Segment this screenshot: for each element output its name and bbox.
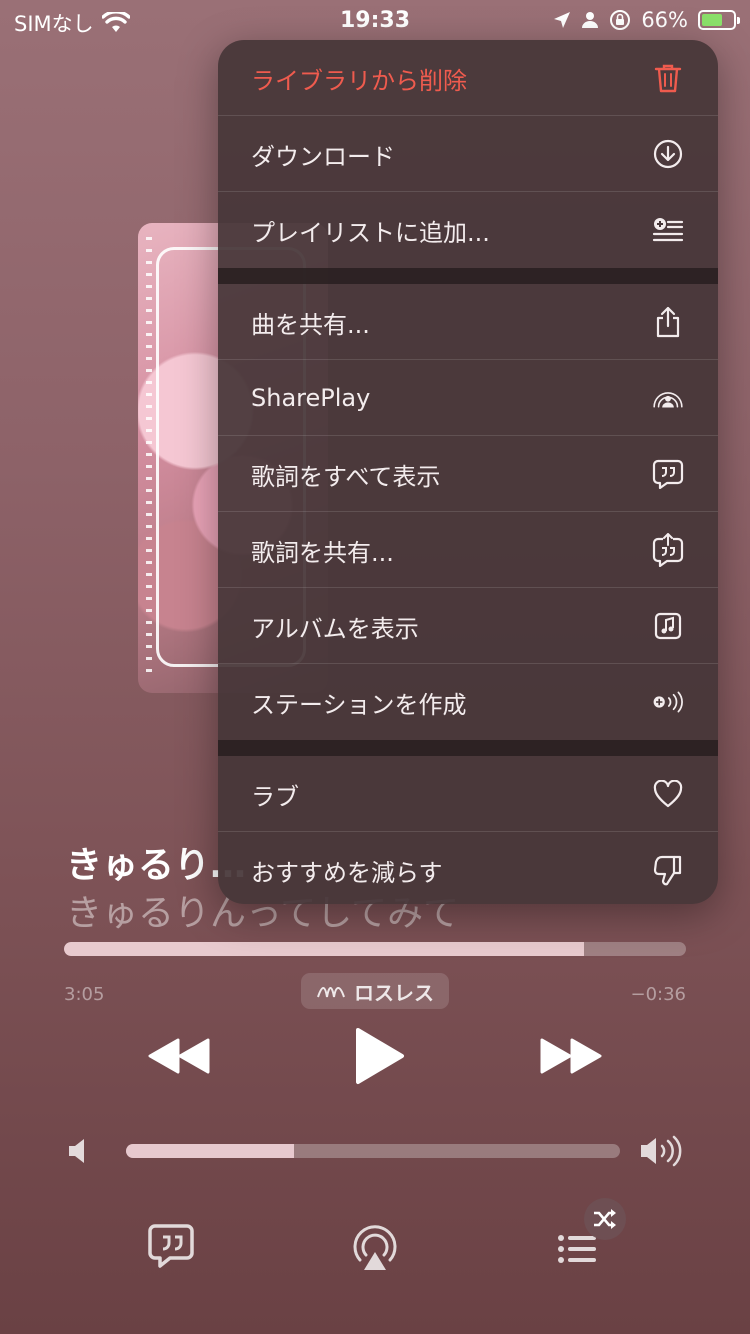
playback-progress-fill <box>64 942 584 956</box>
menu-item-suggest-less[interactable]: おすすめを減らす <box>218 832 718 904</box>
lossless-badge[interactable]: ロスレス <box>301 973 449 1009</box>
trash-icon <box>652 62 684 94</box>
status-bar: SIMなし 19:33 66% <box>0 0 750 40</box>
location-arrow-icon <box>554 12 571 28</box>
elapsed-time: 3:05 <box>64 984 105 1005</box>
volume-slider[interactable] <box>126 1144 620 1158</box>
shuffle-badge[interactable] <box>584 1198 626 1240</box>
menu-item-show-all-lyrics[interactable]: 歌詞をすべて表示 <box>218 436 718 512</box>
album-icon <box>652 610 684 642</box>
volume-low-icon <box>69 1139 84 1163</box>
battery-level <box>702 14 722 26</box>
menu-item-label: プレイリストに追加... <box>251 218 490 247</box>
menu-item-label: 歌詞をすべて表示 <box>251 462 441 491</box>
rewind-button[interactable] <box>140 1028 216 1084</box>
menu-item-share-lyrics[interactable]: 歌詞を共有... <box>218 512 718 588</box>
lyrics-button[interactable] <box>146 1220 196 1270</box>
menu-group-gap <box>218 268 718 284</box>
fast-forward-button[interactable] <box>534 1028 610 1084</box>
context-menu: ライブラリから削除 ダウンロード プレイリストに追加... 曲を共有... Sh… <box>218 40 718 904</box>
menu-item-shareplay[interactable]: SharePlay <box>218 360 718 436</box>
menu-item-love[interactable]: ラブ <box>218 756 718 832</box>
airplay-button[interactable] <box>350 1222 400 1272</box>
menu-item-label: 歌詞を共有... <box>251 538 394 567</box>
add-to-playlist-icon <box>652 214 684 246</box>
menu-group-gap <box>218 740 718 756</box>
album-art-decoration <box>146 237 152 677</box>
shareplay-icon <box>652 382 684 414</box>
menu-item-create-station[interactable]: ステーションを作成 <box>218 664 718 740</box>
menu-item-label: ラブ <box>251 782 299 811</box>
menu-item-remove-from-library[interactable]: ライブラリから削除 <box>218 40 718 116</box>
thumbs-down-icon <box>652 854 684 886</box>
menu-item-show-album[interactable]: アルバムを表示 <box>218 588 718 664</box>
menu-item-share-song[interactable]: 曲を共有... <box>218 284 718 360</box>
playback-scrubber[interactable] <box>64 942 686 956</box>
menu-item-add-to-playlist[interactable]: プレイリストに追加... <box>218 192 718 268</box>
share-lyrics-icon <box>652 533 684 567</box>
fast-forward-icon <box>540 1038 602 1074</box>
volume-fill <box>126 1144 294 1158</box>
menu-item-label: おすすめを減らす <box>251 858 443 887</box>
shuffle-icon <box>594 1209 616 1229</box>
menu-item-label: SharePlay <box>251 384 371 412</box>
menu-item-download[interactable]: ダウンロード <box>218 116 718 192</box>
menu-item-label: 曲を共有... <box>251 310 370 339</box>
play-button[interactable] <box>340 1018 416 1094</box>
download-icon <box>652 138 684 170</box>
station-icon <box>652 686 684 718</box>
status-right: 66% <box>553 8 740 32</box>
volume-high-icon <box>641 1135 682 1167</box>
battery-icon <box>698 10 740 30</box>
menu-item-label: ダウンロード <box>251 142 395 171</box>
remaining-time: −0:36 <box>630 984 686 1005</box>
lossless-label: ロスレス <box>354 980 434 1005</box>
heart-icon <box>652 778 684 810</box>
lyrics-icon <box>652 458 684 490</box>
battery-percent: 66% <box>641 8 688 32</box>
person-icon <box>582 12 599 28</box>
menu-item-label: ライブラリから削除 <box>251 66 467 95</box>
play-icon <box>356 1028 404 1084</box>
menu-item-label: ステーションを作成 <box>251 690 467 719</box>
share-icon <box>652 306 684 338</box>
rotation-lock-icon <box>610 10 631 30</box>
lossless-wave-icon <box>317 987 345 998</box>
menu-item-label: アルバムを表示 <box>251 614 419 643</box>
rewind-icon <box>148 1038 210 1074</box>
